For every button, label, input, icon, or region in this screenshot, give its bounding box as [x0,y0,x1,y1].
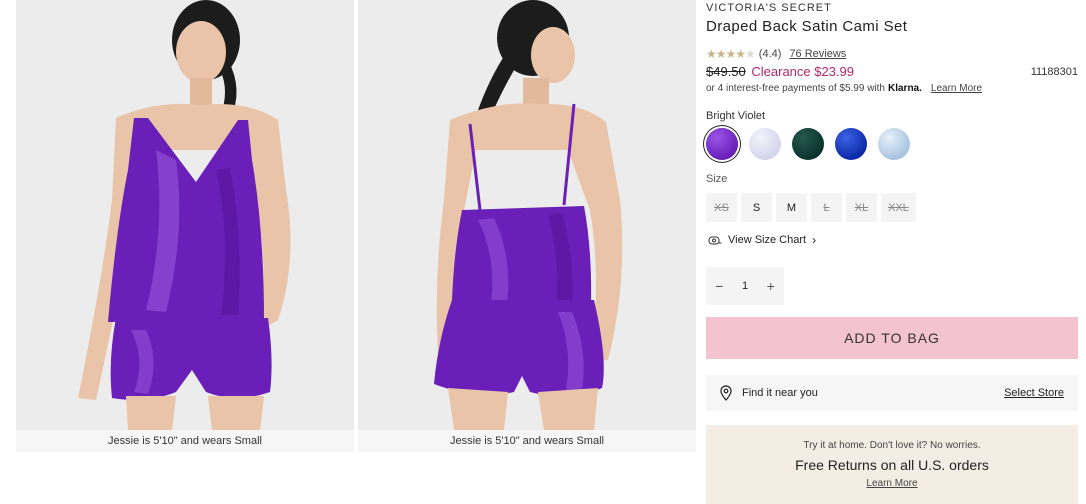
swatch-sky-blue[interactable] [878,128,910,160]
chevron-right-icon: › [812,233,817,247]
installments-info: or 4 interest-free payments of $5.99 wit… [706,83,982,94]
free-returns-banner: Try it at home. Don't love it? No worrie… [706,425,1078,504]
add-to-bag-button[interactable]: ADD TO BAG [706,317,1078,359]
brand-name: VICTORIA'S SECRET [706,2,832,14]
model-front-illustration [16,0,354,430]
price-row: $49.50 Clearance $23.99 11188301 [706,64,1078,79]
product-image-front[interactable]: Jessie is 5'10" and wears Small [16,0,354,452]
swatch-royal-blue[interactable] [835,128,867,160]
swatch-dark-green[interactable] [792,128,824,160]
quantity-decrease-button[interactable]: − [715,278,723,294]
rating-value: (4.4) [758,48,782,60]
swatch-bright-violet[interactable] [706,128,738,160]
color-swatches [706,128,910,160]
swatch-light-lavender[interactable] [749,128,781,160]
image-caption: Jessie is 5'10" and wears Small [358,430,696,452]
size-chart-link[interactable]: View Size Chart › [708,233,816,247]
product-gallery: Jessie is 5'10" and wears Small Jessie i… [16,0,696,452]
product-sku: 11188301 [1030,66,1078,78]
klarna-logo: Klarna. [887,83,922,94]
size-option-s[interactable]: S [741,193,772,222]
installments-text: or 4 interest-free payments of $5.99 wit… [706,83,885,94]
returns-subtext: Try it at home. Don't love it? No worrie… [803,440,981,451]
product-title: Draped Back Satin Cami Set [706,18,908,35]
rating-summary: ★★★★★ (4.4) 76 Reviews [706,47,846,61]
size-selector: XS S M L XL XXL [706,193,916,222]
original-price: $49.50 [706,64,746,79]
quantity-increase-button[interactable]: + [767,278,775,294]
size-option-xxl[interactable]: XXL [881,193,916,222]
returns-heading: Free Returns on all U.S. orders [795,457,989,473]
find-store-text: Find it near you [742,387,818,399]
size-option-l[interactable]: L [811,193,842,222]
size-option-m[interactable]: M [776,193,807,222]
find-store-bar: Find it near you Select Store [706,375,1078,411]
returns-learn-more-link[interactable]: Learn More [706,478,1078,489]
size-chart-label: View Size Chart [728,234,807,246]
star-rating-icon: ★★★★★ [706,47,756,61]
quantity-value: 1 [741,280,749,292]
image-caption: Jessie is 5'10" and wears Small [16,430,354,452]
quantity-stepper: − 1 + [706,267,784,305]
size-option-xl[interactable]: XL [846,193,877,222]
measuring-tape-icon [708,236,722,245]
model-back-illustration [358,0,696,430]
size-label: Size [706,173,728,185]
select-store-link[interactable]: Select Store [1004,387,1064,399]
reviews-link[interactable]: 76 Reviews [789,48,846,60]
size-option-xs[interactable]: XS [706,193,737,222]
product-image-back[interactable]: Jessie is 5'10" and wears Small [358,0,696,452]
location-pin-icon [720,385,732,401]
product-details: VICTORIA'S SECRET Draped Back Satin Cami… [706,0,1078,504]
clearance-price: Clearance $23.99 [751,64,855,79]
selected-color-name: Bright Violet [706,110,766,122]
klarna-learn-more-link[interactable]: Learn More [931,83,982,94]
